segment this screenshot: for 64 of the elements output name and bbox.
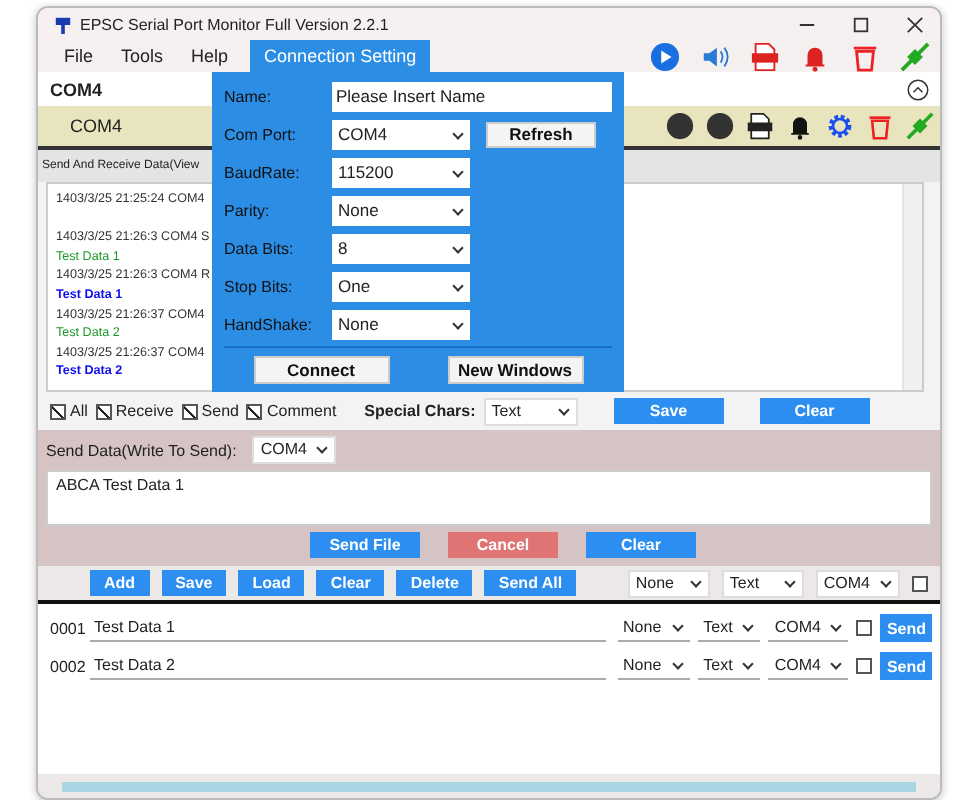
field-label: Stop Bits:	[224, 277, 295, 295]
checkbox[interactable]	[50, 403, 66, 419]
setting-select[interactable]: None	[332, 195, 470, 225]
toolbar-select[interactable]: None	[627, 569, 710, 597]
connection-button[interactable]: Connect	[253, 356, 389, 384]
checkbox[interactable]	[181, 403, 198, 419]
row-select[interactable]: COM4	[768, 653, 849, 679]
checkbox[interactable]	[246, 403, 263, 419]
field-label: Com Port:	[224, 125, 299, 143]
field-label: Parity:	[224, 201, 272, 219]
row-select[interactable]: Text	[697, 615, 761, 641]
data-input[interactable]: Test Data 2	[90, 652, 606, 680]
port-tab[interactable]: COM4	[38, 116, 123, 136]
row-select[interactable]: None	[617, 653, 690, 679]
checkbox-label: Receive	[115, 402, 174, 420]
window-title: EPSC Serial Port Monitor Full Version 2.2.1	[80, 15, 389, 33]
alarm-icon[interactable]	[786, 112, 814, 140]
checkbox[interactable]	[856, 620, 873, 636]
refresh-button[interactable]: Refresh	[486, 121, 596, 147]
setting-select[interactable]: 115200	[332, 157, 470, 187]
pin-icon	[54, 15, 72, 33]
checkbox-label: All	[70, 402, 88, 420]
port-title: COM4	[50, 79, 103, 99]
row-select[interactable]: None	[617, 615, 690, 641]
setting-select[interactable]: One	[332, 271, 470, 301]
special-chars-select[interactable]: Text	[483, 397, 578, 425]
row-select[interactable]: Text	[697, 653, 761, 679]
connection-button[interactable]: New Windows	[447, 356, 583, 384]
data-input[interactable]: Test Data 1	[90, 614, 606, 642]
trash-icon[interactable]	[850, 41, 880, 71]
checkbox[interactable]	[912, 575, 928, 591]
port-select[interactable]: COM4	[252, 436, 337, 464]
collapse-icon[interactable]	[906, 77, 930, 101]
menu-item[interactable]: Tools	[107, 40, 178, 72]
horizontal-scrollbar[interactable]	[62, 781, 916, 791]
send-text-area[interactable]: ABCA Test Data 1	[46, 470, 932, 526]
row-number: 0001	[50, 619, 82, 637]
settings-icon[interactable]	[826, 112, 854, 140]
menu-item[interactable]: File	[50, 40, 108, 72]
row-select[interactable]: COM4	[768, 615, 849, 641]
trash-icon[interactable]	[866, 112, 894, 140]
send-label: Send Data(Write To Send):	[46, 441, 237, 459]
checkbox-label: Comment	[266, 402, 337, 420]
row-number: 0002	[50, 657, 82, 675]
maximize-icon[interactable]	[852, 15, 870, 33]
toolbar-select[interactable]: COM4	[815, 569, 900, 597]
field-label: HandShake:	[224, 315, 315, 333]
checkbox[interactable]	[856, 658, 873, 674]
field-label: Name:	[224, 87, 274, 105]
setting-select[interactable]: COM4	[332, 119, 470, 149]
field-label: BaudRate:	[224, 163, 302, 181]
checkbox[interactable]	[95, 403, 112, 419]
scrollbar[interactable]	[902, 184, 922, 390]
special-chars-label: Special Chars:	[364, 402, 476, 420]
menu-item[interactable]: Help	[177, 40, 243, 72]
play-icon[interactable]	[650, 41, 680, 71]
log-file-icon[interactable]	[746, 112, 774, 140]
field-label: Data Bits:	[224, 239, 296, 257]
toolbar-select[interactable]: Text	[721, 569, 804, 597]
setting-select[interactable]: None	[332, 309, 470, 339]
checkbox-label: Send	[201, 402, 239, 420]
setting-select[interactable]: 8	[332, 233, 470, 263]
name-field[interactable]: Please Insert Name	[332, 81, 612, 111]
close-icon[interactable]	[906, 15, 924, 33]
